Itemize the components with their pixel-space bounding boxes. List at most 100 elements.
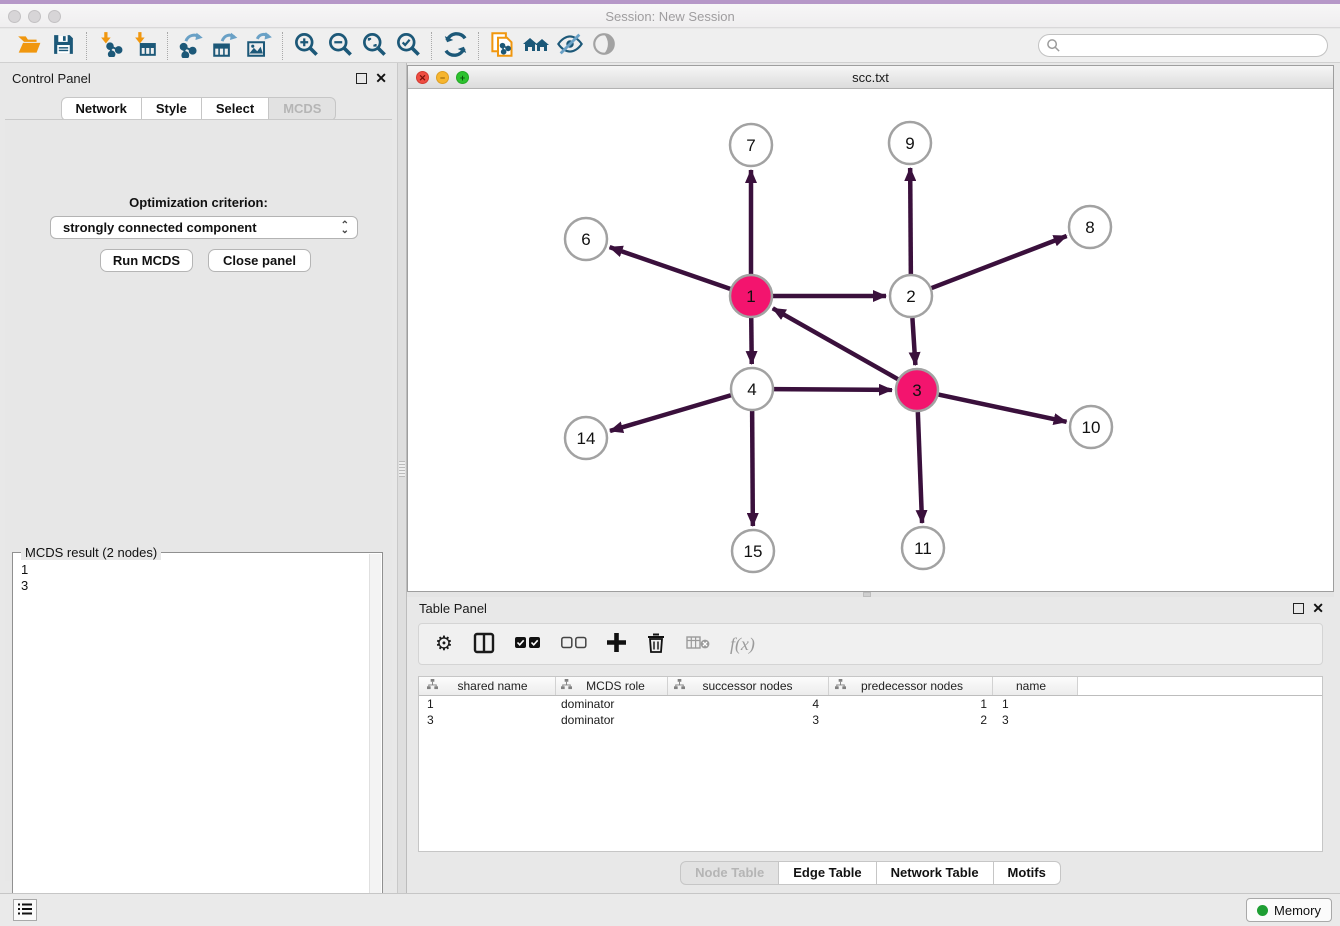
tab-node-table[interactable]: Node Table — [680, 861, 779, 885]
dropdown-stepper-icon: ⌃⌄ — [341, 223, 349, 233]
graph-node-8[interactable]: 8 — [1069, 206, 1111, 248]
show-task-history-button[interactable] — [13, 899, 37, 921]
export-table-button[interactable] — [208, 31, 242, 61]
criterion-value: strongly connected component — [63, 220, 341, 235]
function-builder-button[interactable]: f(x) — [730, 631, 755, 657]
graph-node-2[interactable]: 2 — [890, 275, 932, 317]
graph-edge-3-10[interactable] — [939, 395, 1067, 422]
hide-selected-button[interactable] — [553, 31, 587, 61]
cell-name[interactable]: 1 — [993, 697, 1078, 711]
graph-node-label: 8 — [1085, 218, 1094, 237]
table-row[interactable]: 1 dominator 4 1 1 — [419, 696, 1322, 712]
graph-node-6[interactable]: 6 — [565, 218, 607, 260]
vertical-splitter[interactable] — [397, 63, 407, 893]
graph-edge-2-8[interactable] — [932, 236, 1067, 288]
fit-content-button[interactable] — [357, 31, 391, 61]
graph-edge-1-6[interactable] — [610, 247, 731, 289]
save-session-button[interactable] — [46, 31, 80, 61]
zoom-selected-icon — [395, 31, 422, 61]
tab-mcds[interactable]: MCDS — [269, 97, 336, 121]
cell-name[interactable]: 3 — [993, 713, 1078, 727]
graph-edge-2-9[interactable] — [910, 168, 911, 274]
delete-columns-button[interactable] — [646, 631, 666, 657]
tab-select[interactable]: Select — [202, 97, 269, 121]
show-columns-button[interactable] — [473, 631, 495, 657]
export-image-button[interactable] — [242, 31, 276, 61]
graph-node-10[interactable]: 10 — [1070, 406, 1112, 448]
control-panel-title: Control Panel — [12, 71, 91, 86]
tab-network-table[interactable]: Network Table — [877, 861, 994, 885]
run-mcds-button[interactable]: Run MCDS — [100, 249, 193, 272]
graph-node-label: 6 — [581, 230, 590, 249]
graph-edge-4-14[interactable] — [610, 395, 731, 431]
float-panel-icon[interactable] — [1293, 603, 1304, 614]
network-window-titlebar[interactable]: ✕ − + scc.txt — [408, 66, 1333, 89]
graph-node-9[interactable]: 9 — [889, 122, 931, 164]
graph-node-7[interactable]: 7 — [730, 124, 772, 166]
tab-motifs[interactable]: Motifs — [994, 861, 1061, 885]
trash-icon — [646, 632, 666, 656]
cell-shared-name[interactable]: 3 — [419, 713, 556, 727]
list-icon — [17, 901, 33, 920]
graph-node-3[interactable]: 3 — [896, 369, 938, 411]
close-panel-icon[interactable]: ✕ — [1312, 600, 1324, 617]
column-header-successor-nodes[interactable]: successor nodes — [668, 677, 829, 695]
result-scrollbar[interactable] — [369, 554, 381, 926]
open-session-button[interactable] — [12, 31, 46, 61]
memory-button[interactable]: Memory — [1246, 898, 1332, 922]
tab-style[interactable]: Style — [142, 97, 202, 121]
close-panel-button[interactable]: Close panel — [208, 249, 311, 272]
export-network-button[interactable] — [174, 31, 208, 61]
graph-node-11[interactable]: 11 — [902, 527, 944, 569]
table-row[interactable]: 3 dominator 3 2 3 — [419, 712, 1322, 728]
cell-successor-nodes[interactable]: 3 — [668, 713, 829, 727]
column-header-name[interactable]: name — [993, 677, 1078, 695]
import-table-button[interactable] — [127, 31, 161, 61]
first-neighbors-button[interactable] — [519, 31, 553, 61]
columns-icon — [473, 632, 495, 657]
graph-node-1[interactable]: 1 — [730, 275, 772, 317]
unselect-all-columns-button[interactable] — [561, 631, 587, 657]
delete-table-button[interactable] — [686, 631, 710, 657]
float-panel-icon[interactable] — [356, 73, 367, 84]
search-field[interactable] — [1038, 34, 1328, 57]
graph-edge-3-1[interactable] — [773, 308, 898, 379]
cell-successor-nodes[interactable]: 4 — [668, 697, 829, 711]
import-network-button[interactable] — [93, 31, 127, 61]
cell-mcds-role[interactable]: dominator — [556, 697, 668, 711]
zoom-out-button[interactable] — [323, 31, 357, 61]
graph-node-4[interactable]: 4 — [731, 368, 773, 410]
graph-node-15[interactable]: 15 — [732, 530, 774, 572]
close-panel-icon[interactable]: ✕ — [375, 70, 387, 87]
graph-edge-2-3[interactable] — [912, 318, 915, 365]
cell-predecessor-nodes[interactable]: 1 — [829, 697, 993, 711]
show-all-button[interactable] — [587, 31, 621, 61]
cell-predecessor-nodes[interactable]: 2 — [829, 713, 993, 727]
cell-mcds-role[interactable]: dominator — [556, 713, 668, 727]
new-network-from-selection-button[interactable] — [485, 31, 519, 61]
cell-shared-name[interactable]: 1 — [419, 697, 556, 711]
criterion-dropdown[interactable]: strongly connected component ⌃⌄ — [50, 216, 358, 239]
column-header-shared-name[interactable]: shared name — [419, 677, 556, 695]
tab-edge-table[interactable]: Edge Table — [779, 861, 876, 885]
graph-node-label: 10 — [1082, 418, 1101, 437]
graph-node-label: 1 — [746, 287, 755, 306]
search-input[interactable] — [1061, 37, 1327, 55]
add-column-button[interactable] — [607, 631, 626, 657]
splitter-grip-icon[interactable] — [399, 461, 405, 477]
table-options-button[interactable]: ⚙ — [435, 631, 453, 657]
tab-network[interactable]: Network — [61, 97, 142, 121]
zoom-selected-button[interactable] — [391, 31, 425, 61]
apply-preferred-layout-button[interactable] — [438, 31, 472, 61]
graph-node-14[interactable]: 14 — [565, 417, 607, 459]
select-all-columns-button[interactable] — [515, 631, 541, 657]
graph-edge-4-3[interactable] — [774, 389, 892, 390]
graph-edge-4-15[interactable] — [752, 411, 753, 526]
network-canvas[interactable]: 7 9 6 8 1 2 4 3 14 10 15 11 — [408, 89, 1333, 591]
column-header-mcds-role[interactable]: MCDS role — [556, 677, 668, 695]
toolbar-separator — [282, 32, 283, 60]
mcds-result-list[interactable]: 1 3 — [21, 562, 28, 594]
graph-edge-3-11[interactable] — [918, 412, 922, 523]
zoom-in-button[interactable] — [289, 31, 323, 61]
column-header-predecessor-nodes[interactable]: predecessor nodes — [829, 677, 993, 695]
